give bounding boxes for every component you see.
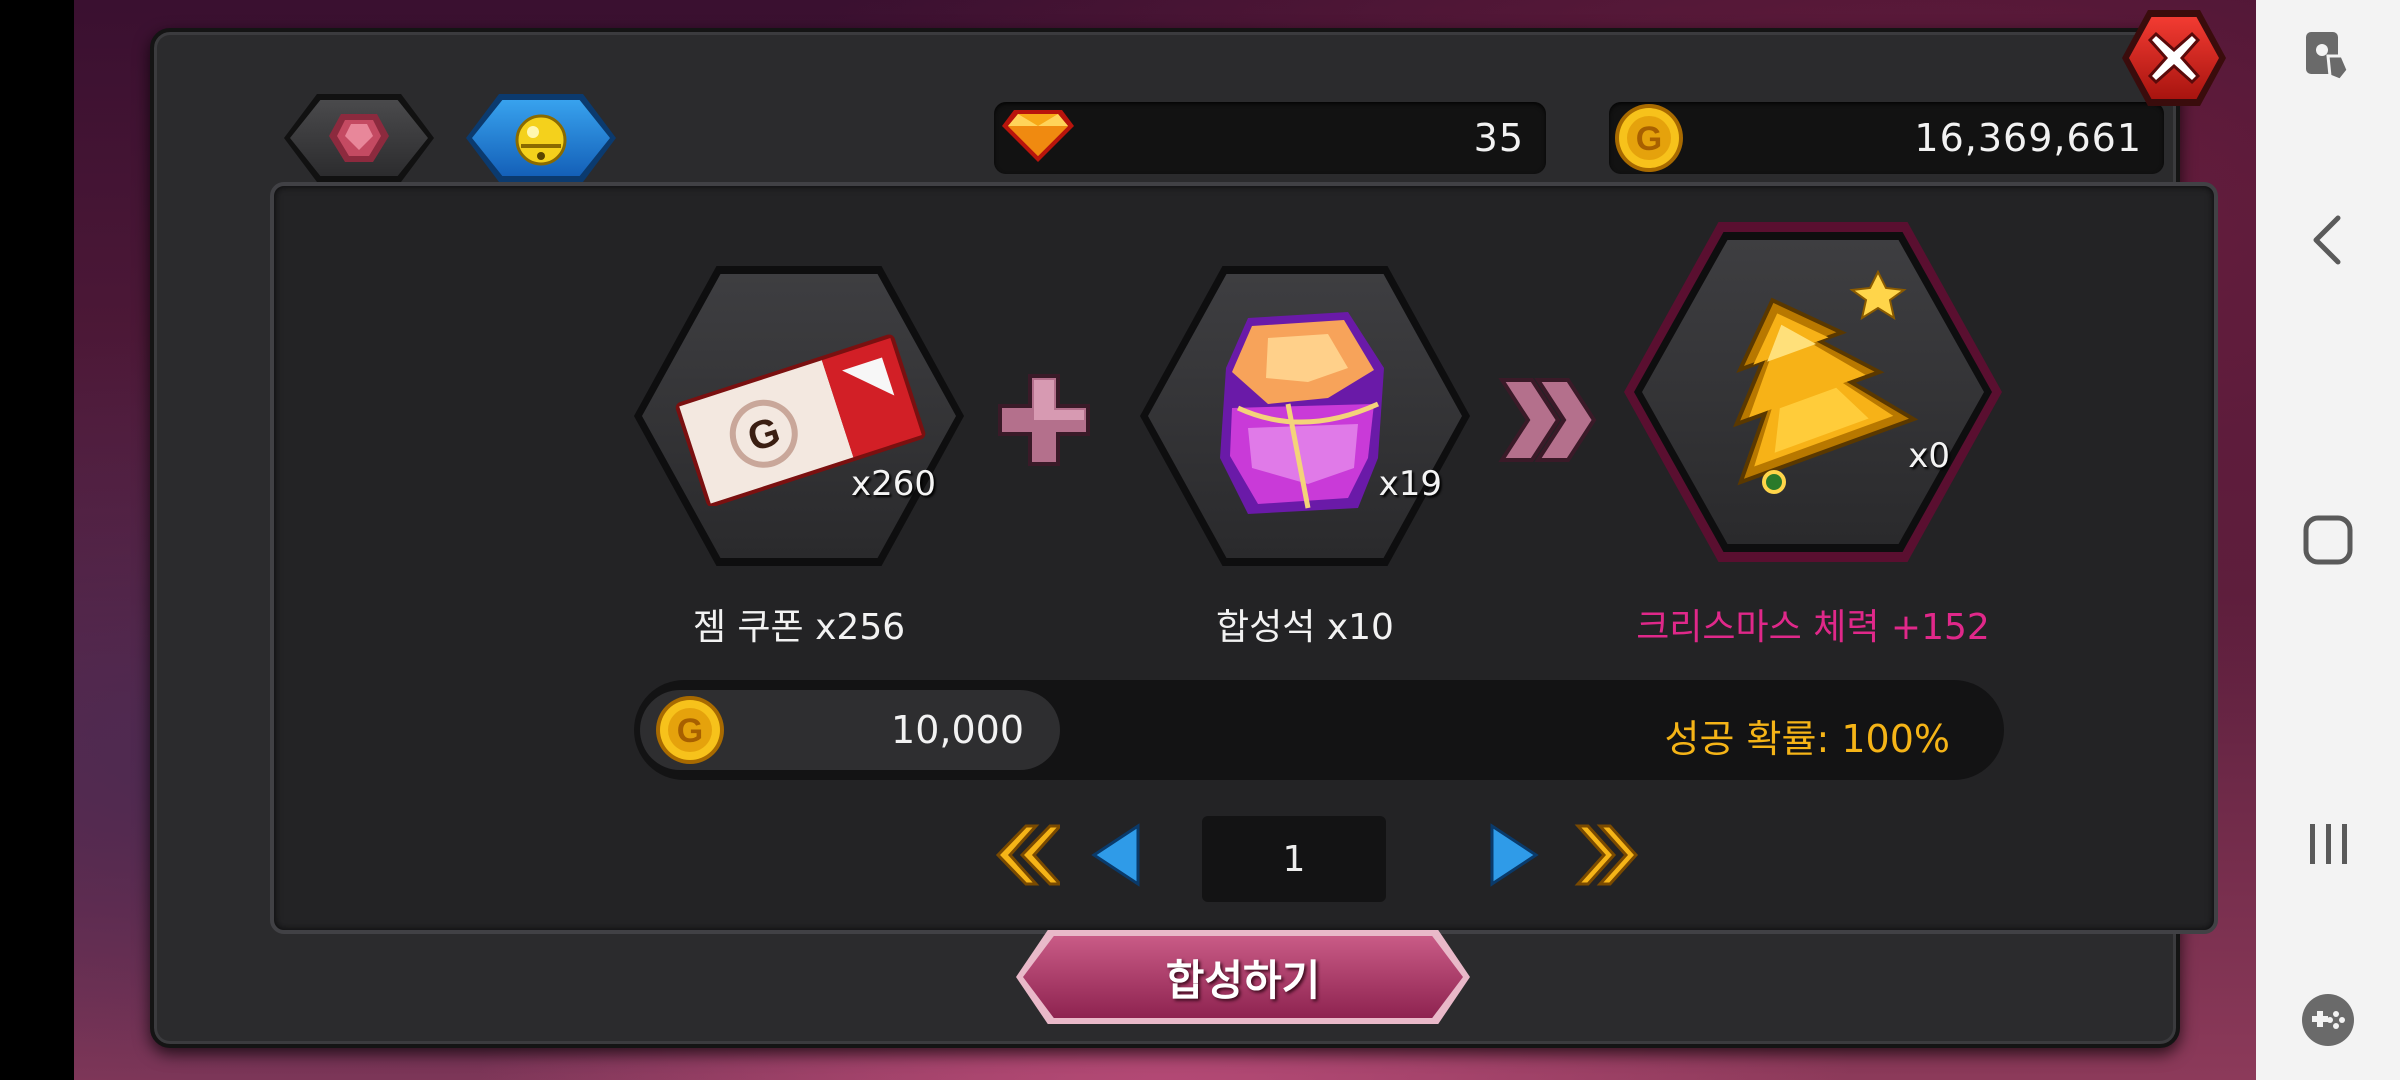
plus-icon	[998, 374, 1090, 466]
gamepad-icon	[2302, 994, 2354, 1046]
next-page-button[interactable]	[1486, 822, 1542, 888]
ingredient-1-count: x260	[850, 464, 936, 504]
result-slot[interactable]: x0	[1624, 222, 2002, 562]
christmas-tree-gem-icon	[1732, 269, 1919, 494]
page-indicator: 1	[1202, 816, 1386, 902]
recents-icon	[2310, 824, 2347, 864]
home-icon	[2303, 515, 2353, 565]
ingredient-2-label: 합성석 x10	[1216, 607, 1394, 648]
cost-bar: G 10,000 성공 확률: 100%	[634, 680, 2004, 780]
result-count: x0	[1908, 436, 1950, 476]
success-rate: 성공 확률: 100%	[1664, 717, 1950, 761]
game-tools-button[interactable]	[2256, 990, 2400, 1050]
ingredient-slot-1[interactable]: G x260	[634, 266, 964, 566]
combine-button-label: 합성하기	[1023, 936, 1463, 1018]
combine-button[interactable]: 합성하기	[1016, 930, 1470, 1024]
ingredient-1-label: 젬 쿠폰 x256	[692, 607, 906, 648]
tab-bell[interactable]	[466, 94, 616, 182]
cost-gold-value: 10,000	[891, 708, 1024, 752]
first-page-button[interactable]	[994, 822, 1060, 888]
synthesis-popup: 35 G 16,369,661 G x260 x19 x0 젬 쿠폰 x256 …	[150, 28, 2218, 1048]
svg-text:G: G	[677, 712, 703, 750]
last-page-button[interactable]	[1574, 822, 1640, 888]
gold-count: 16,369,661	[1914, 116, 2142, 160]
gem-icon	[329, 114, 389, 162]
cost-pill: G 10,000	[640, 690, 1060, 770]
back-icon	[2313, 215, 2341, 265]
prev-page-button[interactable]	[1088, 822, 1144, 888]
ingredient-2-count: x19	[1378, 464, 1442, 504]
recipe-panel: G x260 x19 x0 젬 쿠폰 x256 합성석 x10 크리스마스 체력…	[270, 182, 2218, 934]
tab-gem[interactable]	[284, 94, 434, 182]
back-button[interactable]	[2256, 212, 2400, 268]
recents-button[interactable]	[2256, 816, 2400, 872]
close-icon	[2147, 31, 2201, 85]
result-label: 크리스마스 체력 +152	[1636, 607, 1990, 648]
diamond-balance: 35	[994, 102, 1546, 174]
system-nav-bar	[2256, 0, 2400, 1080]
game-screen: 35 G 16,369,661 G x260 x19 x0 젬 쿠폰 x256 …	[74, 0, 2256, 1080]
ingredient-slot-2[interactable]: x19	[1140, 266, 1470, 566]
diamond-count: 35	[1473, 116, 1524, 160]
gold-balance: G 16,369,661	[1609, 102, 2164, 174]
double-chevron-right-icon	[1498, 378, 1597, 462]
touch-lock-icon	[2306, 32, 2350, 82]
gold-coin-icon: G	[656, 696, 724, 764]
synthesis-stone-icon	[1220, 312, 1384, 514]
gold-coin-icon: G	[1615, 104, 1683, 172]
touch-protection-button[interactable]	[2256, 26, 2400, 86]
bell-icon	[515, 114, 567, 166]
svg-text:G: G	[1636, 120, 1662, 158]
home-button[interactable]	[2256, 512, 2400, 568]
diamond-icon	[1002, 110, 1074, 162]
